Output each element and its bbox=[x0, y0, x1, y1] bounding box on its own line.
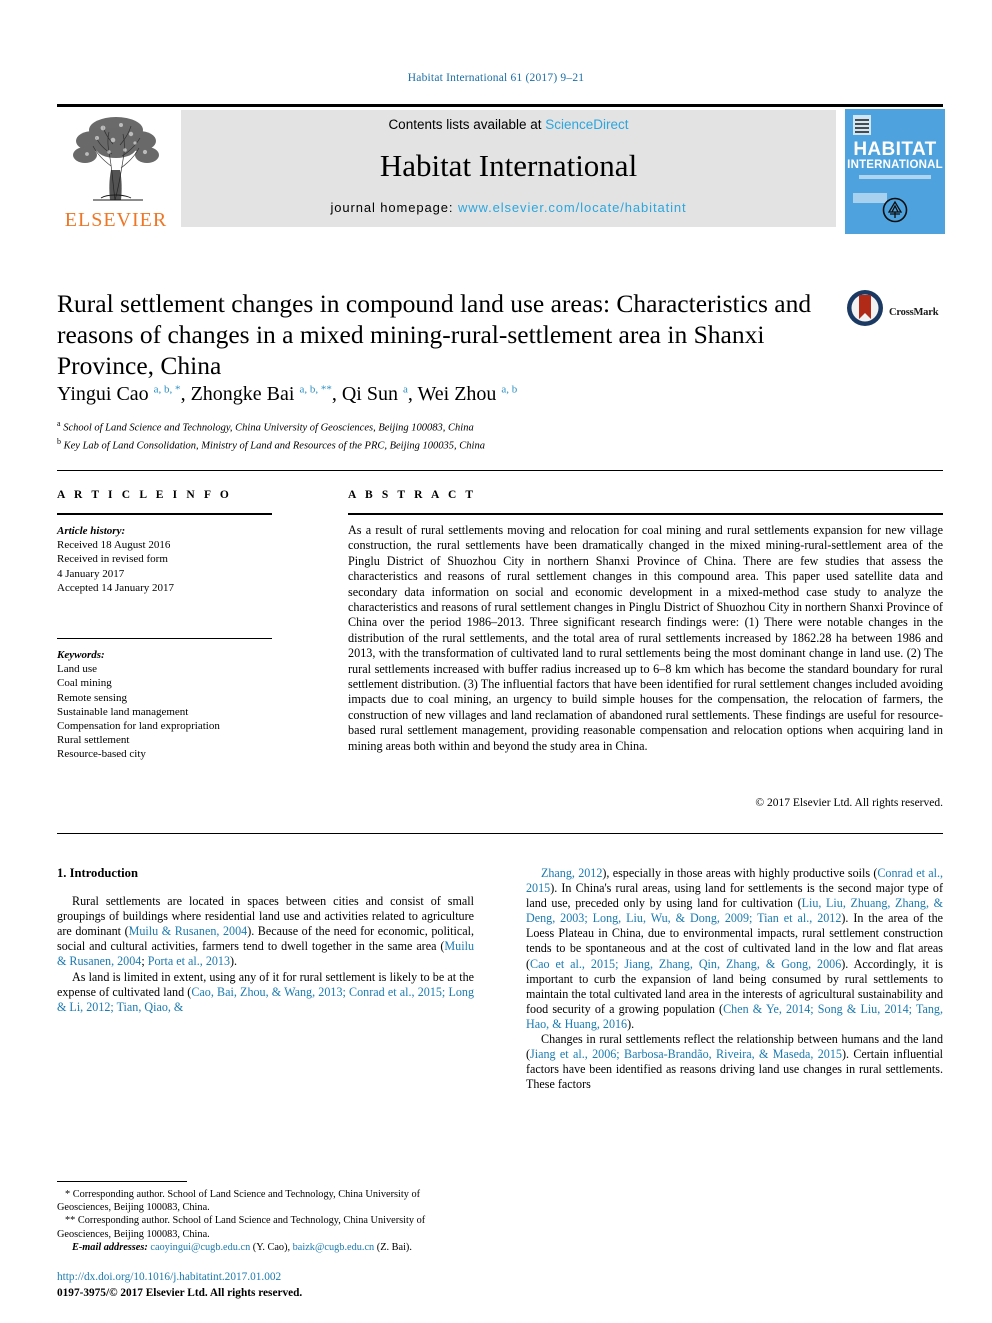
keyword-item: Resource-based city bbox=[57, 748, 146, 761]
sciencedirect-link[interactable]: ScienceDirect bbox=[545, 117, 628, 132]
keyword-item: Coal mining bbox=[57, 677, 112, 690]
affiliation-b-text: Key Lab of Land Consolidation, Ministry … bbox=[63, 440, 485, 452]
body-column-left: 1. Introduction Rural settlements are lo… bbox=[57, 866, 474, 1015]
masthead-top-rule bbox=[57, 104, 943, 107]
keywords-heading: Keywords: bbox=[57, 649, 105, 661]
footnote-block: * Corresponding author. School of Land S… bbox=[57, 1188, 474, 1254]
keyword-item: Land use bbox=[57, 663, 98, 676]
intro-paragraph: Changes in rural settlements reflect the… bbox=[526, 1032, 943, 1092]
elsevier-wordmark: ELSEVIER bbox=[64, 209, 168, 231]
email-link-1[interactable]: caoyingui@cugb.edu.cn bbox=[150, 1242, 250, 1253]
info-top-rule bbox=[57, 470, 943, 471]
affiliation-a: a School of Land Science and Technology,… bbox=[57, 419, 474, 434]
keyword-item: Compensation for land expropriation bbox=[57, 720, 220, 733]
cover-title-line2: INTERNATIONAL bbox=[847, 159, 943, 171]
affiliation-list: a School of Land Science and Technology,… bbox=[57, 417, 857, 453]
journal-banner: Contents lists available at ScienceDirec… bbox=[181, 110, 836, 227]
email-link-2[interactable]: baizk@cugb.edu.cn bbox=[293, 1242, 375, 1253]
intro-paragraph: As land is limited in extent, using any … bbox=[57, 969, 474, 1014]
crossmark-badge[interactable]: CrossMark bbox=[845, 288, 945, 330]
keyword-item: Rural settlement bbox=[57, 734, 130, 747]
author-list: Yingui Cao a, b, *, Zhongke Bai a, b, **… bbox=[57, 383, 518, 405]
article-history-line: Accepted 14 January 2017 bbox=[57, 581, 174, 594]
article-history-line: Received in revised form bbox=[57, 553, 168, 566]
abstract-heading: A B S T R A C T bbox=[348, 489, 477, 501]
contents-lists-line: Contents lists available at ScienceDirec… bbox=[181, 117, 836, 132]
elsevier-logo: ELSEVIER bbox=[57, 110, 175, 232]
intro-paragraph: Rural settlements are located in spaces … bbox=[57, 894, 474, 969]
email-addresses-label: E-mail addresses: bbox=[72, 1241, 148, 1253]
keywords-rule bbox=[57, 638, 272, 640]
elsevier-tree-icon bbox=[63, 110, 169, 206]
article-history: Article history: Received 18 August 2016… bbox=[57, 524, 272, 595]
copyright-line: © 2017 Elsevier Ltd. All rights reserved… bbox=[755, 797, 943, 809]
journal-title: Habitat International bbox=[379, 148, 638, 183]
article-history-line: 4 January 2017 bbox=[57, 567, 125, 580]
section-heading-introduction: 1. Introduction bbox=[57, 866, 138, 880]
affiliation-a-text: School of Land Science and Technology, C… bbox=[63, 422, 474, 434]
footnote-corresponding-1: * Corresponding author. School of Land S… bbox=[57, 1189, 421, 1214]
body-column-right: Zhang, 2012), especially in those areas … bbox=[526, 866, 943, 1092]
article-history-line: Received 18 August 2016 bbox=[57, 539, 171, 552]
journal-cover-thumbnail: HABITAT INTERNATIONAL bbox=[845, 109, 945, 234]
cover-emblem-icon bbox=[882, 197, 908, 223]
journal-homepage-line: journal homepage: www.elsevier.com/locat… bbox=[181, 200, 836, 215]
body-top-rule bbox=[57, 833, 943, 834]
homepage-label: journal homepage: bbox=[330, 200, 458, 215]
cover-title-line1: HABITAT bbox=[853, 139, 937, 160]
article-info-heading: A R T I C L E I N F O bbox=[57, 489, 232, 501]
footnote-corresponding-2: ** Corresponding author. School of Land … bbox=[57, 1215, 426, 1240]
doi-link[interactable]: http://dx.doi.org/10.1016/j.habitatint.2… bbox=[57, 1271, 281, 1283]
keyword-item: Remote sensing bbox=[57, 691, 127, 704]
crossmark-icon bbox=[847, 290, 883, 326]
title-block: Rural settlement changes in compound lan… bbox=[57, 288, 827, 381]
footnote-rule bbox=[57, 1181, 187, 1182]
email-owner-1: (Y. Cao), bbox=[250, 1241, 293, 1253]
cover-elsevier-mark bbox=[853, 115, 871, 135]
crossmark-label: CrossMark bbox=[889, 307, 939, 318]
article-history-heading: Article history: bbox=[57, 525, 126, 537]
cover-subtitle-bar bbox=[859, 175, 931, 179]
abstract-rule bbox=[348, 513, 943, 515]
contents-lists-text: Contents lists available at bbox=[388, 117, 546, 132]
page-title: Rural settlement changes in compound lan… bbox=[57, 289, 812, 380]
journal-masthead: ELSEVIER Contents lists available at Sci… bbox=[57, 104, 945, 234]
affiliation-b: b Key Lab of Land Consolidation, Ministr… bbox=[57, 437, 485, 452]
keyword-list: Keywords: Land use Coal mining Remote se… bbox=[57, 648, 272, 762]
abstract-text: As a result of rural settlements moving … bbox=[348, 523, 943, 753]
footnote-emails: E-mail addresses: caoyingui@cugb.edu.cn … bbox=[57, 1241, 474, 1254]
issn-copyright-line: 0197-3975/© 2017 Elsevier Ltd. All right… bbox=[57, 1287, 303, 1299]
running-head: Habitat International 61 (2017) 9–21 bbox=[407, 72, 585, 84]
homepage-url-link[interactable]: www.elsevier.com/locate/habitatint bbox=[458, 200, 687, 215]
email-owner-2: (Z. Bai). bbox=[374, 1241, 412, 1253]
intro-paragraph: Zhang, 2012), especially in those areas … bbox=[526, 866, 944, 1031]
article-page: Habitat International 61 (2017) 9–21 ELS… bbox=[0, 0, 992, 1323]
article-info-rule bbox=[57, 513, 272, 515]
keyword-item: Sustainable land management bbox=[57, 705, 189, 718]
